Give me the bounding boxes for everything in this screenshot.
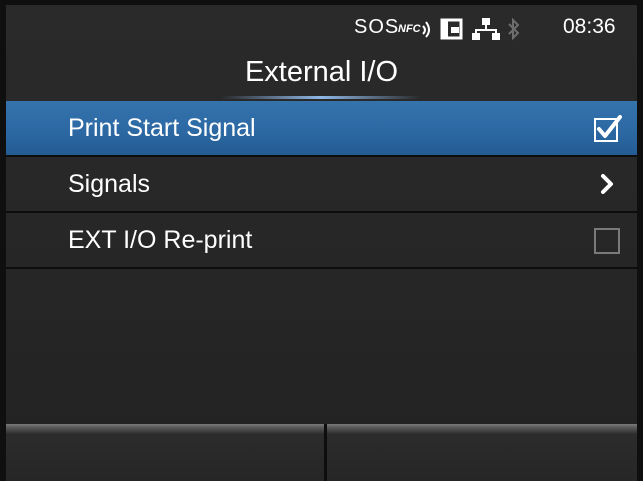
- chevron-right-icon: [593, 169, 623, 199]
- menu-item-ext-io-reprint[interactable]: EXT I/O Re-print: [6, 213, 637, 269]
- softkey-left-button[interactable]: [6, 424, 324, 481]
- checkbox-unchecked-icon[interactable]: [593, 225, 623, 255]
- nfc-icon: NFC: [398, 16, 434, 40]
- menu-item-signals[interactable]: Signals: [6, 157, 637, 213]
- status-bar: SOS NFC 08:36: [6, 5, 637, 47]
- screen-content: SOS NFC 08:36 External I/O Print Start S…: [6, 5, 637, 481]
- printer-display: SOS NFC 08:36 External I/O Print Start S…: [0, 0, 643, 481]
- title-underline: [221, 96, 421, 99]
- softkey-right-button[interactable]: [327, 424, 637, 481]
- bluetooth-icon: [506, 17, 522, 41]
- menu-item-label: Signals: [68, 170, 150, 198]
- sd-card-icon: [439, 18, 465, 40]
- clock-time: 08:36: [563, 15, 616, 38]
- page-title: External I/O: [244, 56, 399, 88]
- menu-list: Print Start Signal Signals EXT I/O Re-pr…: [6, 101, 637, 269]
- menu-item-label: Print Start Signal: [68, 114, 256, 142]
- softkey-bar: [6, 424, 637, 481]
- sos-label: SOS: [354, 16, 400, 38]
- menu-item-print-start-signal[interactable]: Print Start Signal: [6, 101, 637, 157]
- checkbox-checked-icon[interactable]: [593, 113, 623, 143]
- network-icon: [472, 17, 500, 41]
- header: External I/O: [6, 47, 637, 99]
- menu-item-label: EXT I/O Re-print: [68, 226, 253, 254]
